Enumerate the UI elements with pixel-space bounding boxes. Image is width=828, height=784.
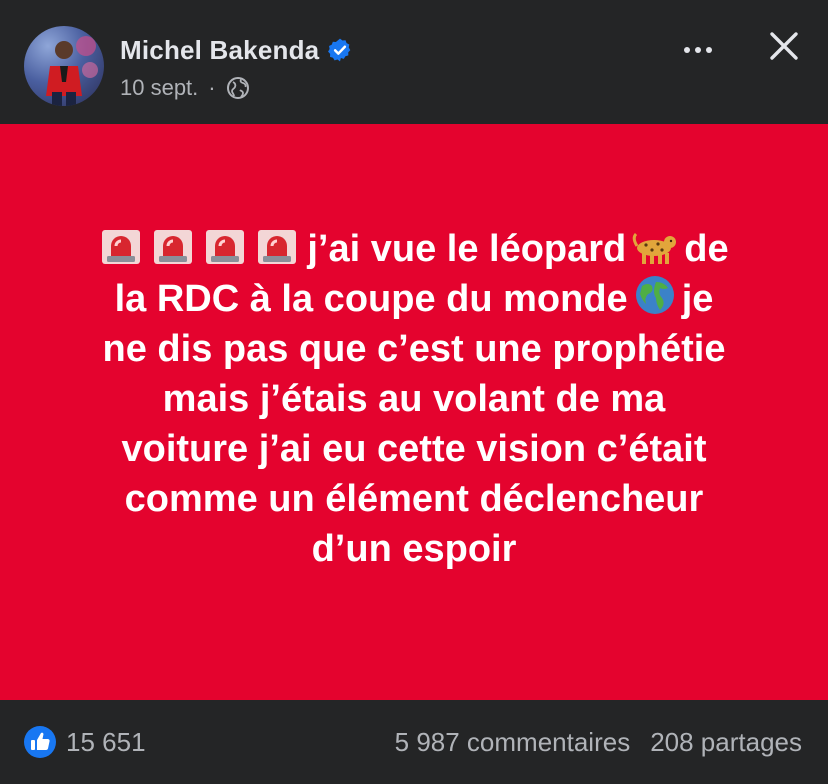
post-line-1-text: j’ai vue le léopard — [307, 228, 627, 270]
post-line-2-text: la RDC à la coupe du monde — [114, 278, 628, 320]
post-line-5: voiture j’ai eu cette vision c’était — [121, 428, 707, 470]
comments-count[interactable]: 5 987 commentaires — [395, 727, 631, 758]
post-text: j’ai vue le léopard de la RDC à la coupe… — [64, 224, 764, 574]
post-date[interactable]: 10 sept. — [120, 75, 198, 101]
post-header: Michel Bakenda 10 sept. · — [0, 0, 828, 124]
rotating-light-emoji — [258, 230, 297, 264]
author-avatar[interactable] — [24, 26, 104, 106]
likes-number: 15 651 — [66, 726, 146, 757]
post-line-3: ne dis pas que c’est une prophétie — [102, 328, 726, 370]
verified-badge-icon — [328, 38, 351, 62]
rotating-light-emoji — [154, 230, 193, 264]
post-line-4: mais j’étais au volant de ma — [162, 378, 666, 420]
post-line-2: la RDC à la coupe du monde je — [64, 274, 764, 324]
rotating-light-emoji — [102, 230, 141, 264]
author-row: Michel Bakenda — [120, 34, 353, 66]
author-name[interactable]: Michel Bakenda — [120, 35, 319, 66]
meta-separator: · — [208, 75, 216, 100]
likes-count[interactable]: 15 651 — [24, 724, 146, 760]
post-line-6: comme un élément déclencheur — [124, 478, 704, 520]
post-line-2-end: je — [681, 278, 714, 320]
post-background: j’ai vue le léopard de la RDC à la coupe… — [0, 124, 828, 700]
post-line-7: d’un espoir — [311, 528, 517, 570]
earth-globe-emoji — [635, 276, 674, 314]
like-reaction-icon — [24, 726, 56, 758]
more-options-icon[interactable] — [676, 38, 720, 62]
post-line-1-end: de — [684, 228, 729, 270]
engagement-stats: 5 987 commentaires 208 partages — [395, 724, 802, 760]
post-footer: 15 651 5 987 commentaires 208 partages — [0, 700, 828, 784]
shares-count[interactable]: 208 partages — [650, 727, 802, 758]
post-line-1: j’ai vue le léopard de — [64, 224, 764, 274]
leopard-emoji — [633, 232, 677, 264]
globe-icon — [226, 77, 249, 99]
post-meta: 10 sept. · — [120, 74, 250, 102]
rotating-light-emoji — [206, 230, 245, 264]
close-icon[interactable] — [764, 26, 804, 66]
